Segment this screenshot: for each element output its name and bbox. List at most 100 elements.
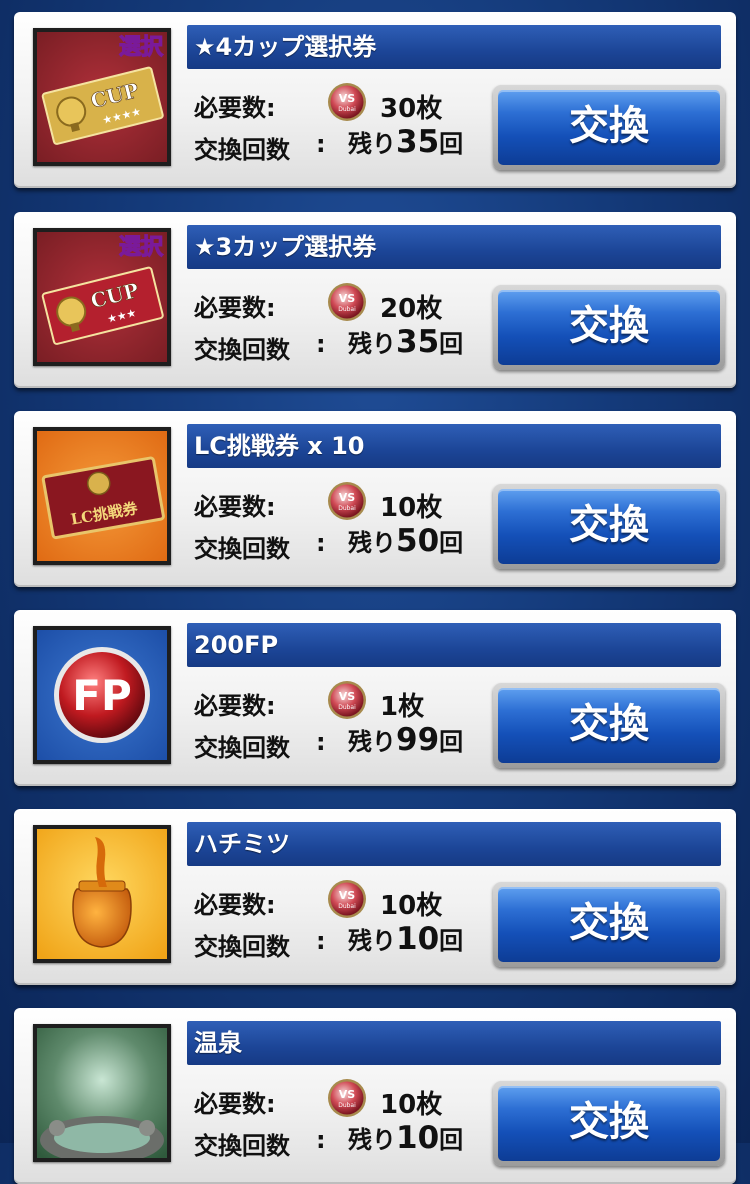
- exchange-button[interactable]: 交換: [493, 882, 725, 967]
- remaining-suffix: 回: [439, 927, 464, 955]
- exchange-button[interactable]: 交換: [493, 484, 725, 569]
- exchange-button[interactable]: 交換: [493, 285, 725, 370]
- exchange-button-label: 交換: [498, 489, 720, 564]
- remaining-count: 残り10回: [348, 1120, 463, 1156]
- exchange-button-label: 交換: [498, 290, 720, 365]
- exchange-count-label: 交換回数: [194, 136, 290, 164]
- vs-dubai-coin-icon: VS Dubai: [327, 82, 367, 122]
- cost-unit: 枚: [416, 94, 443, 124]
- cup-ticket-3star-icon: CUP ★★★ 選択: [37, 232, 167, 362]
- required-label: 必要数:: [194, 1090, 276, 1118]
- required-cost: 10枚: [380, 1084, 442, 1121]
- remaining-count: 残り35回: [348, 324, 463, 360]
- lc-challenge-ticket-icon: LC挑戦券: [37, 431, 167, 561]
- remaining-value: 50: [396, 523, 440, 559]
- colon-separator: :: [316, 529, 326, 557]
- item-title: 温泉: [187, 1021, 721, 1065]
- remaining-value: 35: [396, 124, 440, 160]
- item-title: ★3カップ選択券: [187, 225, 721, 269]
- exchange-item-card: CUP ★★★ 選択 ★3カップ選択券 必要数: VS Dubai 20枚 交換…: [14, 212, 736, 388]
- cost-value: 30: [380, 94, 417, 124]
- remaining-prefix: 残り: [348, 330, 396, 358]
- colon-separator: :: [316, 330, 326, 358]
- remaining-count: 残り35回: [348, 124, 463, 160]
- required-label: 必要数:: [194, 891, 276, 919]
- remaining-value: 10: [396, 1120, 440, 1156]
- cup-ticket-4star-icon: CUP ★★★★ 選択: [37, 32, 167, 162]
- svg-text:FP: FP: [72, 671, 131, 720]
- cost-unit: 枚: [416, 1090, 443, 1120]
- required-label: 必要数:: [194, 493, 276, 521]
- remaining-prefix: 残り: [348, 529, 396, 557]
- item-title: LC挑戦券 x 10: [187, 424, 721, 468]
- svg-text:Dubai: Dubai: [338, 306, 356, 313]
- svg-text:選択: 選択: [119, 235, 164, 260]
- remaining-suffix: 回: [439, 330, 464, 358]
- exchange-button[interactable]: 交換: [493, 683, 725, 768]
- cost-value: 1: [380, 692, 399, 722]
- remaining-prefix: 残り: [348, 1126, 396, 1154]
- svg-text:選択: 選択: [119, 35, 164, 60]
- item-thumbnail: CUP ★★★★ 選択: [33, 28, 171, 166]
- exchange-item-card: CUP ★★★★ 選択 ★4カップ選択券 必要数: VS Dubai 30枚 交…: [14, 12, 736, 188]
- item-thumbnail: [33, 1024, 171, 1162]
- remaining-suffix: 回: [439, 130, 464, 158]
- item-thumbnail: LC挑戦券: [33, 427, 171, 565]
- colon-separator: :: [316, 927, 326, 955]
- exchange-button[interactable]: 交換: [493, 85, 725, 170]
- required-cost: 10枚: [380, 885, 442, 922]
- remaining-prefix: 残り: [348, 130, 396, 158]
- cost-value: 10: [380, 891, 417, 921]
- vs-dubai-coin-icon: VS Dubai: [327, 680, 367, 720]
- remaining-suffix: 回: [439, 1126, 464, 1154]
- exchange-count-label: 交換回数: [194, 1132, 290, 1160]
- vs-dubai-coin-icon: VS Dubai: [327, 879, 367, 919]
- colon-separator: :: [316, 728, 326, 756]
- remaining-count: 残り10回: [348, 921, 463, 957]
- svg-text:VS: VS: [339, 690, 356, 703]
- required-label: 必要数:: [194, 294, 276, 322]
- exchange-button[interactable]: 交換: [493, 1081, 725, 1166]
- exchange-item-card: LC挑戦券 LC挑戦券 x 10 必要数: VS Dubai 10枚 交換回数 …: [14, 411, 736, 587]
- exchange-button-label: 交換: [498, 1086, 720, 1161]
- cost-unit: 枚: [416, 493, 443, 523]
- exchange-count-label: 交換回数: [194, 734, 290, 762]
- exchange-count-label: 交換回数: [194, 336, 290, 364]
- remaining-value: 35: [396, 324, 440, 360]
- fp-icon: FP: [37, 630, 167, 760]
- svg-text:Dubai: Dubai: [338, 704, 356, 711]
- colon-separator: :: [316, 1126, 326, 1154]
- cost-value: 10: [380, 1090, 417, 1120]
- svg-text:VS: VS: [339, 1088, 356, 1101]
- remaining-prefix: 残り: [348, 927, 396, 955]
- svg-text:Dubai: Dubai: [338, 903, 356, 910]
- svg-text:Dubai: Dubai: [338, 1102, 356, 1109]
- svg-text:VS: VS: [339, 889, 356, 902]
- vs-dubai-coin-icon: VS Dubai: [327, 481, 367, 521]
- exchange-count-label: 交換回数: [194, 535, 290, 563]
- svg-text:VS: VS: [339, 292, 356, 305]
- remaining-value: 99: [396, 722, 440, 758]
- colon-separator: :: [316, 130, 326, 158]
- remaining-count: 残り50回: [348, 523, 463, 559]
- required-label: 必要数:: [194, 692, 276, 720]
- remaining-prefix: 残り: [348, 728, 396, 756]
- item-title: ★4カップ選択券: [187, 25, 721, 69]
- remaining-suffix: 回: [439, 728, 464, 756]
- item-thumbnail: FP: [33, 626, 171, 764]
- exchange-item-card: 温泉 必要数: VS Dubai 10枚 交換回数 : 残り10回 交換: [14, 1008, 736, 1184]
- remaining-count: 残り99回: [348, 722, 463, 758]
- svg-text:VS: VS: [339, 491, 356, 504]
- required-label: 必要数:: [194, 94, 276, 122]
- item-thumbnail: CUP ★★★ 選択: [33, 228, 171, 366]
- item-title: ハチミツ: [187, 822, 721, 866]
- hot-spring-icon: [37, 1028, 167, 1158]
- exchange-item-card: ハチミツ 必要数: VS Dubai 10枚 交換回数 : 残り10回 交換: [14, 809, 736, 985]
- required-cost: 10枚: [380, 487, 442, 524]
- vs-dubai-coin-icon: VS Dubai: [327, 282, 367, 322]
- exchange-count-label: 交換回数: [194, 933, 290, 961]
- svg-text:VS: VS: [339, 92, 356, 105]
- cost-value: 10: [380, 493, 417, 523]
- svg-text:Dubai: Dubai: [338, 106, 356, 113]
- item-thumbnail: [33, 825, 171, 963]
